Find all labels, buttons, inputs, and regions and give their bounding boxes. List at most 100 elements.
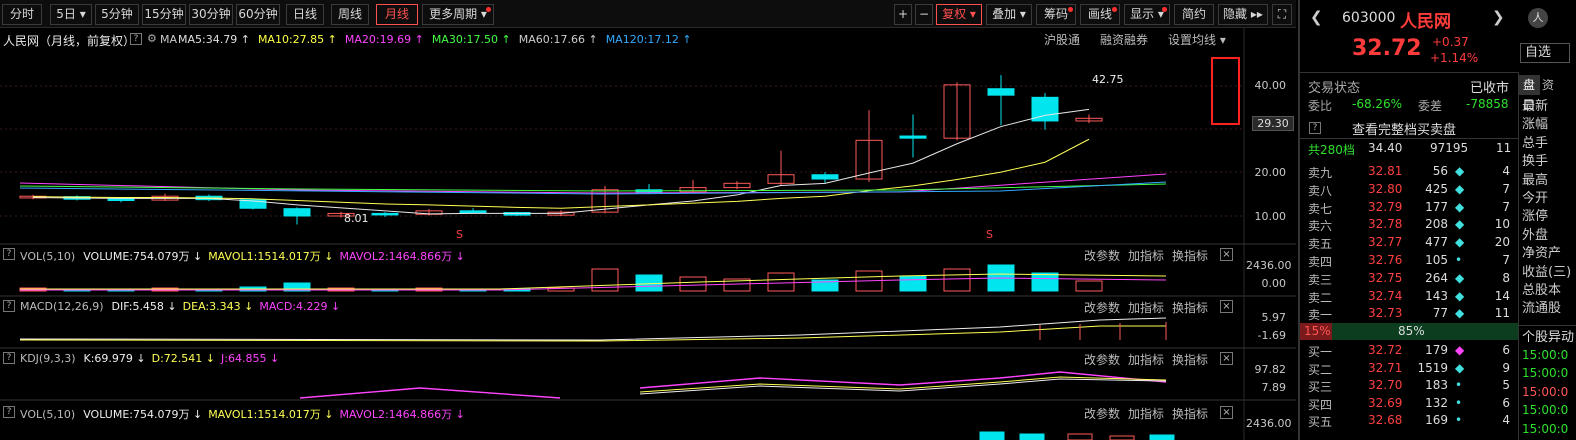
total-levels: 共280档 [1308,143,1355,157]
ask-row-label: 卖七 [1308,201,1333,216]
bid-row-volume: 183 [1425,378,1448,393]
indicator-name: VOL(5,10) [20,408,76,421]
candle-body [371,212,399,216]
ask-row-marker: ◆ [1455,288,1465,303]
kline-chart[interactable] [0,0,1296,440]
ask-row-label: 卖三 [1308,272,1333,287]
ratio-left: 15% [1304,324,1331,338]
total-count: 11 [1496,141,1512,155]
bid-row-count: 4 [1502,413,1510,428]
help-icon[interactable]: ? [3,248,15,260]
total-price: 34.40 [1368,141,1403,155]
price-axis-label: 20.00 [1254,166,1287,179]
close-icon[interactable]: × [1220,248,1233,261]
bid-row-volume: 132 [1425,395,1448,410]
volume-bar [979,431,1005,440]
bid-row-volume: 179 [1425,343,1448,357]
indicator-legend-kdj: KDJ(9,3,3) K:69.979 ↓ D:72.541 ↓ J:64.855 ↓ [20,352,285,365]
tab-pankou[interactable]: 盘口 [1518,75,1540,112]
bid-row-label: 买三 [1308,380,1333,395]
edit-params-button[interactable]: 改参数 [1084,351,1120,368]
candle-body [107,198,135,202]
switch-indicator-button[interactable]: 换指标 [1172,405,1208,422]
edit-params-button[interactable]: 改参数 [1084,405,1120,422]
help-icon[interactable]: ? [3,406,15,418]
indicator-legend-macd: MACD(12,26,9) DIF:5.458 ↓ DEA:3.343 ↓ MACD:… [20,300,346,313]
add-watchlist-button[interactable]: 自选 [1520,43,1570,63]
ask-row-marker: ◆ [1455,270,1465,285]
close-icon[interactable]: × [1220,300,1233,313]
trade-status: 已收市 [1470,81,1510,96]
indicator-value: DEA:3.343 ↓ [182,300,254,313]
edit-params-button[interactable]: 改参数 [1084,247,1120,264]
close-icon[interactable]: × [1220,406,1233,419]
switch-indicator-button[interactable]: 换指标 [1172,299,1208,316]
next-stock-icon[interactable]: ❯ [1492,8,1505,26]
quote-panel: ❮ 603000 人民网 ❯ 人 32.72 +0.37 +1.14% 自选 交… [1298,0,1576,440]
ask-row-price: 32.78 [1368,217,1403,232]
edit-params-button[interactable]: 改参数 [1084,299,1120,316]
ask-row-volume: 56 [1432,164,1448,178]
ask-row-marker: ◆ [1455,164,1465,178]
divider [1300,72,1518,73]
volume-bar [1109,435,1135,440]
add-indicator-button[interactable]: 加指标 [1128,247,1164,264]
switch-indicator-button[interactable]: 换指标 [1172,351,1208,368]
ask-row-marker: ◆ [1455,235,1465,250]
bid-row-volume: 169 [1425,413,1448,428]
indicator-value: MAVOL2:1464.866万 ↓ [339,250,465,263]
abnormal-time[interactable]: 15:00:0 [1522,347,1568,363]
volume-bar [1031,272,1059,292]
bid-row-price: 32.68 [1368,413,1403,428]
help-icon[interactable]: ? [3,352,15,364]
abnormal-time[interactable]: 15:00:0 [1522,365,1568,381]
quote-field-label: 换手 [1522,154,1549,170]
abnormal-time[interactable]: 15:00:0 [1522,384,1568,400]
ask-row-label: 卖一 [1308,308,1333,323]
ask-row-price: 32.77 [1368,235,1403,250]
add-indicator-button[interactable]: 加指标 [1128,405,1164,422]
indicator-value: MAVOL1:1514.017万 ↓ [208,250,334,263]
ask-row-volume: 143 [1425,288,1448,303]
tab-zi[interactable]: 资 [1542,75,1562,95]
abnormal-time[interactable]: 15:00:0 [1522,421,1568,437]
total-volume: 97195 [1430,141,1469,155]
abnormal-time[interactable]: 15:00:0 [1522,402,1568,418]
indicator-axis-label: -1.69 [1257,329,1286,342]
prev-stock-icon[interactable]: ❮ [1310,8,1323,26]
bid-row-price: 32.70 [1368,378,1403,393]
avatar[interactable]: 人 [1528,8,1548,28]
bid-row-label: 买五 [1308,415,1333,430]
quote-field-label: 净资产 [1522,246,1562,262]
divider [1300,138,1518,139]
full-orderbook-link[interactable]: 查看完整档买卖盘 [1352,119,1456,138]
add-indicator-button[interactable]: 加指标 [1128,351,1164,368]
ask-row-volume: 208 [1425,217,1448,232]
ask-row-count: 20 [1494,235,1510,250]
switch-indicator-button[interactable]: 换指标 [1172,247,1208,264]
dea-line [19,325,1166,342]
dif-line [19,317,1167,341]
ask-row-label: 卖八 [1308,183,1333,198]
indicator-value: D:72.541 ↓ [151,352,216,365]
close-icon[interactable]: × [1220,352,1233,365]
ask-row-volume: 425 [1425,181,1448,196]
ask-row-volume: 177 [1425,199,1448,214]
help-icon[interactable]: ? [1309,122,1321,134]
help-icon[interactable]: ? [3,300,15,312]
quote-field-label: 总股本 [1522,283,1562,298]
price-change-pct: +1.14% [1430,51,1479,65]
volume-bar [767,272,795,292]
abnormal-header: 个股异动 [1518,325,1576,345]
bid-row-marker: • [1455,395,1463,410]
indicator-value: MAVOL1:1514.017万 ↓ [208,408,334,421]
candle-body [811,174,839,180]
bid-row-volume: 1519 [1417,360,1448,375]
bid-row-label: 买二 [1308,362,1333,377]
add-indicator-button[interactable]: 加指标 [1128,299,1164,316]
indicator-legend-vol: VOL(5,10) VOLUME:754.079万 ↓ MAVOL1:1514.01… [20,248,471,264]
bid-row-count: 6 [1502,343,1510,357]
quote-field-label: 涨幅 [1522,117,1549,133]
ratio-bar: 15% 85% [1300,323,1518,340]
ask-row-volume: 105 [1425,253,1448,267]
